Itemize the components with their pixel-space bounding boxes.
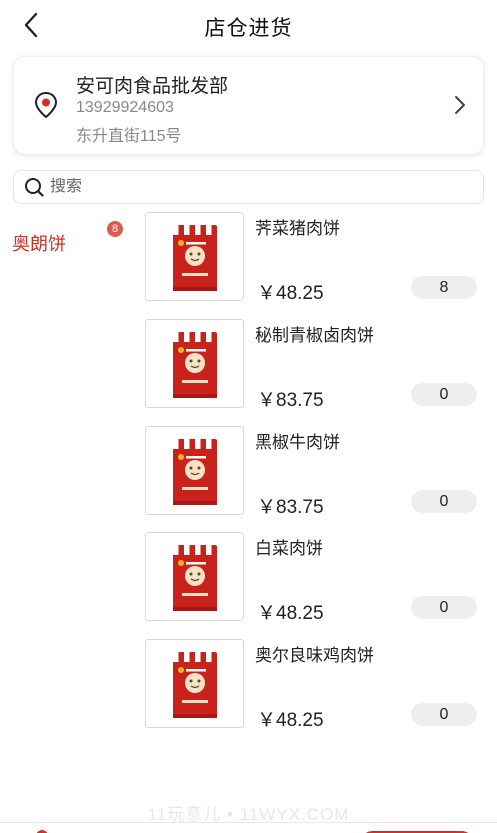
- quantity-stepper[interactable]: 8: [411, 276, 477, 299]
- quantity-stepper[interactable]: 0: [411, 703, 477, 726]
- chevron-right-icon: [455, 96, 465, 114]
- product-price: ￥83.75: [257, 497, 324, 518]
- store-address: 东升直街115号: [76, 128, 182, 145]
- search-icon: [25, 178, 44, 197]
- product-price: ￥83.75: [257, 390, 324, 411]
- store-phone: 13929924603: [76, 99, 174, 116]
- store-name: 安可肉食品批发部: [76, 76, 229, 97]
- quantity-stepper[interactable]: 0: [411, 383, 477, 406]
- top-bar: 店仓进货: [0, 0, 497, 52]
- search-box[interactable]: [13, 170, 484, 204]
- product-price: ￥48.25: [257, 603, 324, 624]
- product-name: 秘制青椒卤肉饼: [255, 326, 374, 345]
- category-item-aolangbing[interactable]: 奥朗饼: [12, 230, 66, 256]
- product-image[interactable]: [145, 639, 244, 728]
- product-image[interactable]: [145, 319, 244, 408]
- product-item[interactable]: 秘制青椒卤肉饼 ￥83.75 0: [145, 319, 485, 411]
- product-name: 黑椒牛肉饼: [255, 433, 340, 452]
- page-title: 店仓进货: [204, 17, 293, 40]
- product-name: 奥尔良味鸡肉饼: [255, 646, 374, 665]
- product-name: 白菜肉饼: [255, 539, 323, 558]
- product-price: ￥48.25: [257, 283, 324, 304]
- search-input[interactable]: [50, 178, 450, 196]
- quantity-stepper[interactable]: 0: [411, 596, 477, 619]
- product-image[interactable]: [145, 532, 244, 621]
- location-pin-icon: [34, 92, 58, 118]
- product-image[interactable]: [145, 212, 244, 301]
- quantity-stepper[interactable]: 0: [411, 490, 477, 513]
- bottom-bar: [0, 822, 497, 833]
- product-name: 荠菜猪肉饼: [255, 219, 340, 238]
- category-count-badge: 8: [107, 221, 123, 237]
- product-item[interactable]: 荠菜猪肉饼 ￥48.25 8: [145, 212, 485, 304]
- product-image[interactable]: [145, 426, 244, 515]
- store-card[interactable]: 安可肉食品批发部 13929924603 东升直街115号: [13, 56, 484, 155]
- product-item[interactable]: 黑椒牛肉饼 ￥83.75 0: [145, 426, 485, 518]
- product-item[interactable]: 奥尔良味鸡肉饼 ￥48.25 0: [145, 639, 485, 731]
- product-item[interactable]: 白菜肉饼 ￥48.25 0: [145, 532, 485, 624]
- product-price: ￥48.25: [257, 710, 324, 731]
